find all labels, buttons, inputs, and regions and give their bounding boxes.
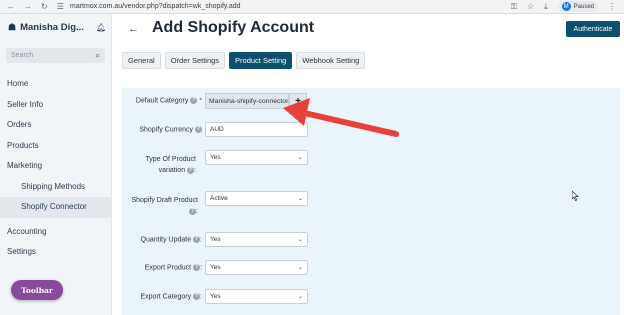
annotation-arrow-icon: [283, 98, 399, 137]
